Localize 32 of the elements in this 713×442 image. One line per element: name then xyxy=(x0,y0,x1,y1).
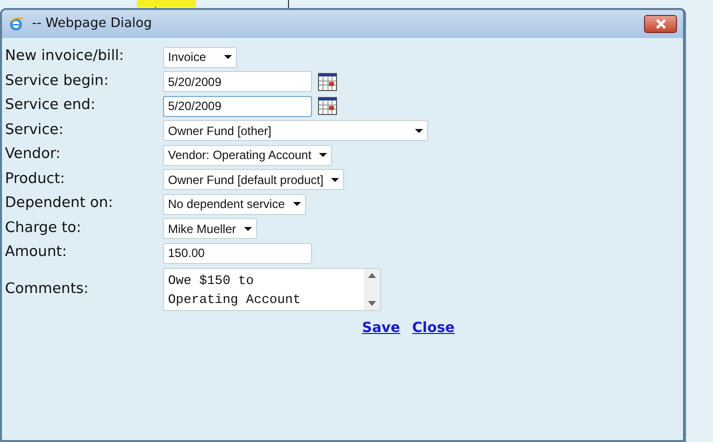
field-label: Comments: xyxy=(5,280,90,299)
field-label: Service end: xyxy=(5,96,96,116)
close-button[interactable] xyxy=(644,15,677,33)
field-label: Service: xyxy=(5,120,64,140)
field-label: Amount: xyxy=(5,243,68,262)
close-icon xyxy=(654,19,666,29)
date-field[interactable]: 5/20/2009 xyxy=(163,71,312,92)
field-label: New invoice/bill: xyxy=(5,47,125,66)
dropdown[interactable]: Invoice xyxy=(163,46,237,68)
field-label: Product: xyxy=(5,170,66,189)
link[interactable]: Close xyxy=(412,318,455,338)
dropdown[interactable]: Mike Mueller xyxy=(163,218,258,240)
field-label: Vendor: xyxy=(5,145,62,164)
dropdown[interactable]: Vendor: Operating Account xyxy=(163,144,332,166)
window-title: -- Webpage Dialog xyxy=(32,15,152,34)
scroll-down-icon[interactable] xyxy=(368,301,376,306)
amount-field[interactable]: 150.00 xyxy=(163,242,312,264)
field-label: Charge to: xyxy=(5,218,82,238)
dropdown[interactable]: Owner Fund [other] xyxy=(163,120,428,142)
field-label: Dependent on: xyxy=(5,194,114,214)
link[interactable]: Save xyxy=(362,318,400,338)
highlight-mark xyxy=(137,0,196,7)
scrollbar[interactable] xyxy=(364,269,380,310)
field-label: Service begin: xyxy=(5,72,110,91)
scroll-up-icon[interactable] xyxy=(368,273,376,278)
dropdown[interactable]: Owner Fund [default product] xyxy=(163,169,344,190)
dropdown[interactable]: No dependent service xyxy=(163,194,306,215)
date-field[interactable]: 5/20/2009 xyxy=(163,96,312,117)
browser-icon xyxy=(8,16,24,32)
comments-field[interactable]: Owe $150 to Operating Account xyxy=(163,268,381,311)
calendar-icon[interactable] xyxy=(318,72,337,91)
calendar-icon[interactable] xyxy=(318,97,337,116)
